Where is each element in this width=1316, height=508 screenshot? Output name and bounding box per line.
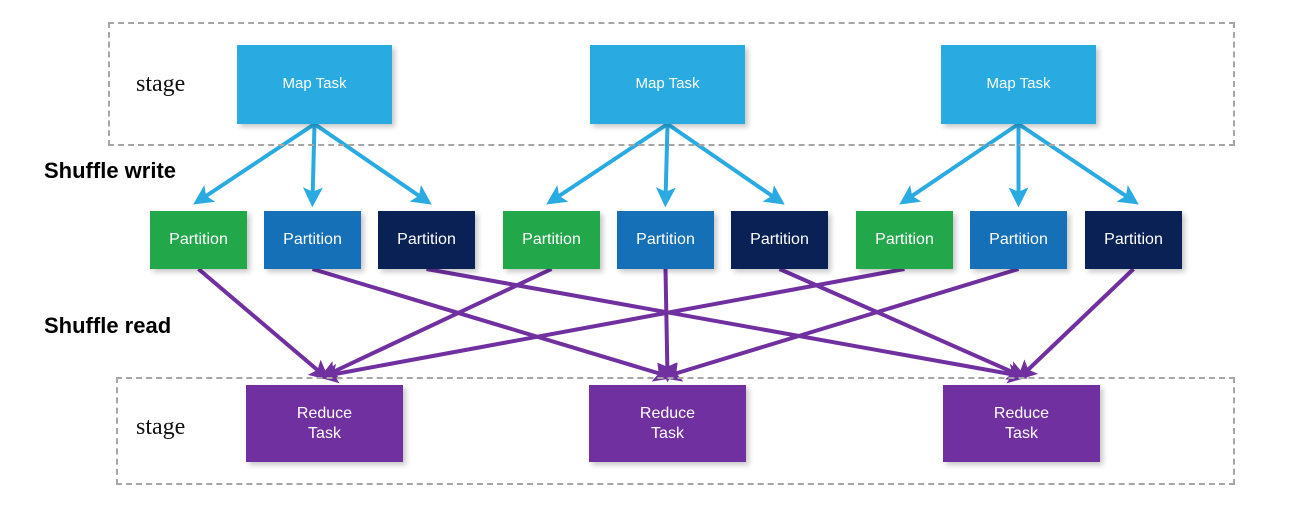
shuffle-write-label: Shuffle write: [44, 158, 177, 183]
shuffle-read-arrow: [657, 268, 678, 383]
map-task-1[interactable]: Map Task: [237, 45, 392, 124]
map-task-2[interactable]: Map Task: [590, 45, 745, 124]
map-task-label: Map Task: [986, 75, 1051, 93]
partition-3-green[interactable]: Partition: [856, 211, 953, 269]
reduce-task-2[interactable]: Reduce Task: [589, 385, 746, 462]
partition-1-blue[interactable]: Partition: [264, 211, 361, 269]
reduce-task-line1: Reduce: [993, 404, 1050, 422]
shuffle-read-arrow: [426, 267, 1028, 384]
reduce-task-line2: Task: [308, 424, 341, 442]
map-task-label: Map Task: [282, 75, 347, 93]
shuffle-read-arrow: [318, 267, 553, 380]
partition-2-navy[interactable]: Partition: [731, 211, 828, 269]
reduce-task-line2: Task: [1005, 424, 1038, 442]
reduce-task-line2: Task: [651, 424, 684, 442]
shuffle-read-arrow: [197, 267, 330, 381]
partition-1-green[interactable]: Partition: [150, 211, 247, 269]
partition-label: Partition: [169, 231, 228, 248]
reduce-task-label: Reduce Task: [994, 404, 1049, 444]
shuffle-read-label: Shuffle read: [44, 313, 172, 338]
shuffle-read-edges: [197, 267, 1135, 384]
shuffle-read-arrow: [778, 267, 1028, 380]
partition-label: Partition: [397, 231, 456, 248]
partition-3-navy[interactable]: Partition: [1085, 211, 1182, 269]
shuffle-read-arrow: [1016, 267, 1135, 381]
shuffle-read-arrow: [661, 267, 1020, 382]
reduce-task-line1: Reduce: [639, 404, 696, 422]
partition-2-green[interactable]: Partition: [503, 211, 600, 269]
reduce-task-label: Reduce Task: [640, 404, 695, 444]
partition-label: Partition: [1104, 231, 1163, 248]
partition-label: Partition: [750, 231, 809, 248]
partition-label: Partition: [989, 231, 1048, 248]
partition-label: Partition: [283, 231, 342, 248]
reduce-task-line1: Reduce: [296, 404, 353, 422]
reduce-task-label: Reduce Task: [297, 404, 352, 444]
partition-label: Partition: [522, 231, 581, 248]
shuffle-read-arrow: [318, 267, 905, 384]
partition-label: Partition: [636, 231, 695, 248]
reduce-task-1[interactable]: Reduce Task: [246, 385, 403, 462]
partition-2-blue[interactable]: Partition: [617, 211, 714, 269]
shuffle-diagram: stage stage Shuffle write Shuffle read M…: [0, 0, 1316, 508]
map-stage-label: stage: [136, 71, 186, 97]
partition-label: Partition: [875, 231, 934, 248]
map-task-label: Map Task: [635, 75, 700, 93]
reduce-stage-label: stage: [136, 414, 186, 440]
map-task-3[interactable]: Map Task: [941, 45, 1096, 124]
shuffle-read-arrow: [311, 267, 674, 382]
partition-1-navy[interactable]: Partition: [378, 211, 475, 269]
partition-3-blue[interactable]: Partition: [970, 211, 1067, 269]
reduce-task-3[interactable]: Reduce Task: [943, 385, 1100, 462]
